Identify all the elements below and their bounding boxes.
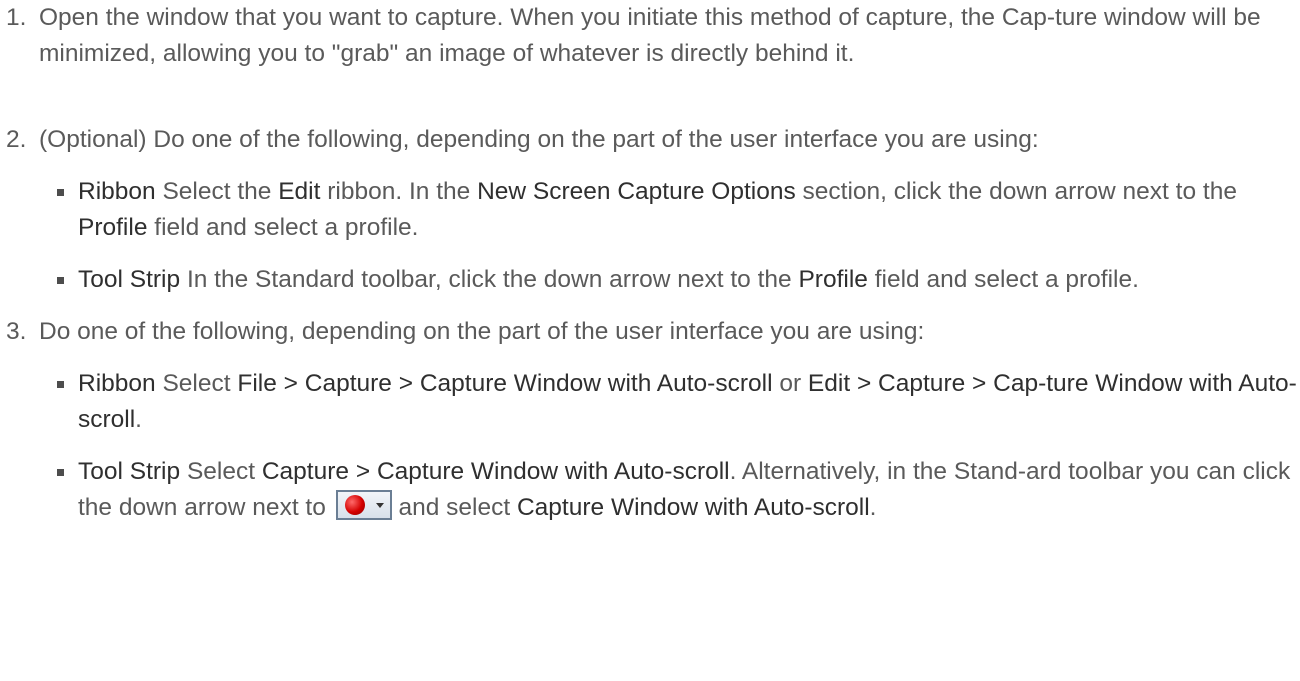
instruction-text: In the Standard toolbar, click the down … (180, 266, 799, 293)
instruction-text: section, click the down arrow next to th… (795, 178, 1237, 205)
instruction-text: ribbon. In the (320, 178, 478, 205)
instruction-text: field and select a profile. (867, 266, 1139, 293)
ui-term: Capture Window with Auto-scroll (516, 494, 870, 521)
record-dot-icon (344, 495, 365, 515)
bullet-icon (57, 469, 64, 476)
record-button-icon (335, 490, 392, 520)
step-number: 1. (6, 4, 27, 31)
document: 1. Open the window that you want to capt… (0, 0, 1300, 526)
ui-term: Edit (278, 178, 321, 205)
instruction-text: . (869, 494, 877, 521)
step-number: 2. (6, 126, 27, 153)
step-text: Do one of the following, depending on th… (39, 318, 925, 345)
step-3: 3. Do one of the following, depending on… (0, 314, 1300, 350)
instruction-text: Select (180, 458, 262, 485)
ui-term: File > Capture > Capture Window with Aut… (237, 370, 773, 397)
bullet-icon (57, 189, 64, 196)
ui-term: Capture > Capture Window with Auto-scrol… (261, 458, 730, 485)
step-text: Open the window that you want to capture… (39, 4, 1261, 67)
step-number: 3. (6, 318, 27, 345)
bullet-icon (57, 277, 64, 284)
list-item: Ribbon Select the Edit ribbon. In the Ne… (0, 174, 1300, 246)
ui-label-ribbon: Ribbon (78, 370, 156, 397)
ui-term: Profile (798, 266, 868, 293)
ui-label-tool-strip: Tool Strip (78, 458, 181, 485)
step-3-options: Ribbon Select File > Capture > Capture W… (0, 366, 1300, 526)
dropdown-arrow-icon (375, 503, 384, 508)
instruction-text: or (772, 370, 808, 397)
step-2-options: Ribbon Select the Edit ribbon. In the Ne… (0, 174, 1300, 298)
step-1: 1. Open the window that you want to capt… (0, 0, 1300, 108)
step-list: 1. Open the window that you want to capt… (0, 0, 1300, 526)
list-item: Ribbon Select File > Capture > Capture W… (0, 366, 1300, 438)
ui-label-ribbon: Ribbon (78, 178, 156, 205)
ui-label-tool-strip: Tool Strip (78, 266, 181, 293)
step-2: 2. (Optional) Do one of the following, d… (0, 122, 1300, 158)
instruction-text: . (135, 406, 142, 433)
instruction-text: Select (155, 370, 238, 397)
instruction-text: Select the (155, 178, 279, 205)
list-item: Tool Strip Select Capture > Capture Wind… (0, 454, 1300, 526)
bullet-icon (57, 381, 64, 388)
instruction-text: field and select a profile. (147, 214, 419, 241)
ui-term: New Screen Capture Options (477, 178, 796, 205)
list-item: Tool Strip In the Standard toolbar, clic… (0, 262, 1300, 298)
ui-term: Profile (78, 214, 148, 241)
instruction-text: and select (391, 494, 517, 521)
step-text: (Optional) Do one of the following, depe… (39, 126, 1039, 153)
